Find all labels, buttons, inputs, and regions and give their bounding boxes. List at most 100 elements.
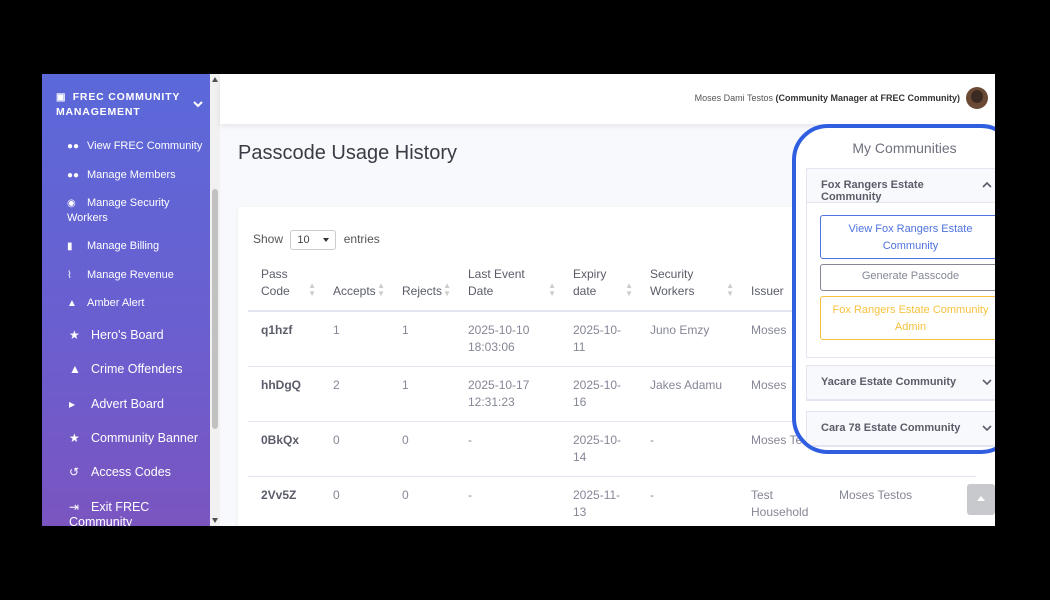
- cell-issuer: Test Household: [738, 476, 826, 526]
- sidebar-item-label: Manage Revenue: [87, 269, 174, 281]
- sidebar-scrollbar[interactable]: [210, 74, 220, 526]
- col-accepts[interactable]: Accepts ▲ ▼: [320, 260, 389, 312]
- sidebar-item-label: Crime Offenders: [91, 362, 183, 376]
- users-icon: ●●: [67, 170, 80, 181]
- cell-accepts: 0: [320, 421, 389, 477]
- col-label: Pass Code: [261, 267, 290, 298]
- community-accordion: Cara 78 Estate Community: [806, 411, 995, 447]
- sidebar-item-label: Hero's Board: [91, 328, 164, 342]
- app-window: ▣ FREC COMMUNITY MANAGEMENT ●● View FREC …: [42, 74, 995, 526]
- users-icon: ●●: [67, 141, 80, 152]
- users-icon: ▣: [56, 92, 67, 103]
- col-pass-code[interactable]: Pass Code ▲ ▼: [248, 260, 320, 312]
- sort-icon: ▲ ▼: [625, 281, 633, 298]
- cell-accepts: 0: [320, 476, 389, 526]
- community-name: Fox Rangers Estate Community: [821, 179, 924, 203]
- cell-pass-code: hhDgQ: [248, 366, 320, 422]
- col-label: Rejects: [402, 284, 443, 298]
- warning-icon: ▲: [69, 362, 81, 376]
- user-role: (Community Manager at FREC Community): [775, 93, 960, 103]
- community-name: Cara 78 Estate Community: [821, 422, 961, 434]
- view-community-button[interactable]: View Fox Rangers Estate Community: [820, 215, 995, 259]
- user-menu[interactable]: Moses Dami Testos (Community Manager at …: [695, 93, 960, 103]
- sidebar-item-heros-board[interactable]: ★ Hero's Board: [69, 328, 164, 343]
- my-communities-panel: My Communities Fox Rangers Estate Commun…: [792, 124, 995, 454]
- sidebar-item-label: View FREC Community: [87, 140, 203, 152]
- accordion-header[interactable]: Cara 78 Estate Community: [807, 412, 995, 446]
- entries-select[interactable]: 10: [290, 230, 337, 250]
- community-accordion-expanded: Fox Rangers Estate Community View Fox Ra…: [806, 168, 995, 358]
- topbar: Moses Dami Testos (Community Manager at …: [220, 74, 995, 124]
- col-security-workers[interactable]: Security Workers ▲ ▼: [637, 260, 738, 312]
- cell-workers: Jakes Adamu: [637, 366, 738, 422]
- accordion-header[interactable]: Fox Rangers Estate Community: [807, 169, 995, 203]
- scroll-to-top-button[interactable]: [967, 484, 995, 515]
- sidebar-item-label: Manage Billing: [87, 240, 160, 252]
- entries-label: entries: [343, 232, 380, 247]
- cell-last-event: -: [455, 421, 560, 477]
- show-label: Show: [253, 232, 284, 247]
- cell-accepts: 2: [320, 366, 389, 422]
- chevron-down-icon[interactable]: [192, 98, 204, 110]
- table-row: 2Vv5Z 0 0 - 2025-11-13 - Test Household …: [248, 476, 976, 526]
- community-accordion: Yacare Estate Community: [806, 365, 995, 401]
- sort-icon: ▲ ▼: [548, 281, 556, 298]
- sidebar-item-crime-offenders[interactable]: ▲ Crime Offenders: [69, 362, 182, 377]
- brand-label: FREC COMMUNITY MANAGEMENT: [56, 91, 180, 118]
- panel-title: My Communities: [852, 140, 957, 156]
- accordion-header[interactable]: Yacare Estate Community: [807, 366, 995, 400]
- sidebar-item-billing[interactable]: ▮ Manage Billing: [67, 239, 159, 254]
- sidebar-item-security-workers[interactable]: ◉ Manage Security Workers: [67, 196, 207, 226]
- sidebar-item-view-community[interactable]: ●● View FREC Community: [67, 139, 202, 154]
- col-label: Accepts: [333, 284, 376, 298]
- sidebar-item-community-banner[interactable]: ★ Community Banner: [69, 431, 198, 446]
- col-rejects[interactable]: Rejects ▲ ▼: [389, 260, 455, 312]
- scroll-up-arrow-icon[interactable]: [212, 77, 218, 82]
- cell-pass-code: q1hzf: [248, 311, 320, 367]
- col-label: Last Event Date: [468, 267, 525, 298]
- cell-accepts: 1: [320, 311, 389, 367]
- sidebar-item-revenue[interactable]: ⌇ Manage Revenue: [67, 268, 174, 283]
- sidebar-item-advert-board[interactable]: ▸ Advert Board: [69, 397, 164, 412]
- sidebar-item-label: Advert Board: [91, 397, 164, 411]
- trophy-icon: ★: [69, 328, 80, 342]
- chevron-down-icon: [982, 425, 992, 432]
- chart-line-icon: ⌇: [67, 270, 72, 281]
- cell-workers: -: [637, 421, 738, 477]
- community-admin-button[interactable]: Fox Rangers Estate Community Admin: [820, 296, 995, 340]
- sidebar-item-label: Manage Members: [87, 169, 176, 181]
- col-expiry-date[interactable]: Expiry date ▲ ▼: [560, 260, 637, 312]
- cell-rejects: 0: [389, 421, 455, 477]
- user-name: Moses Dami Testos: [694, 93, 773, 103]
- chevron-up-icon: [982, 181, 992, 188]
- cell-rejects: 0: [389, 476, 455, 526]
- avatar[interactable]: [966, 87, 988, 109]
- trophy-icon: ★: [69, 431, 80, 445]
- cell-rejects: 1: [389, 311, 455, 367]
- sidebar-item-exit[interactable]: ⇥ Exit FREC Community: [69, 500, 179, 526]
- sidebar-brand[interactable]: ▣ FREC COMMUNITY MANAGEMENT: [56, 90, 206, 120]
- shield-icon: ◉: [67, 198, 76, 209]
- scroll-down-arrow-icon[interactable]: [212, 518, 218, 523]
- cell-last-event: -: [455, 476, 560, 526]
- warning-icon: ▲: [67, 298, 77, 309]
- col-label: Expiry date: [573, 267, 607, 298]
- sidebar-item-label: Community Banner: [91, 431, 198, 445]
- sidebar-item-manage-members[interactable]: ●● Manage Members: [67, 168, 176, 183]
- cell-workers: -: [637, 476, 738, 526]
- cell-pass-code: 2Vv5Z: [248, 476, 320, 526]
- sort-icon: ▲ ▼: [726, 281, 734, 298]
- col-label: Security Workers: [650, 267, 695, 298]
- generate-passcode-button[interactable]: Generate Passcode: [820, 264, 995, 291]
- scrollbar-thumb[interactable]: [212, 189, 218, 429]
- sidebar-item-access-codes[interactable]: ↺ Access Codes: [69, 465, 171, 480]
- page-title: Passcode Usage History: [238, 142, 457, 164]
- show-entries: Show 10 entries: [253, 230, 380, 250]
- history-icon: ↺: [69, 465, 80, 479]
- sidebar-item-amber-alert[interactable]: ▲ Amber Alert: [67, 296, 144, 311]
- sort-icon: ▲ ▼: [377, 281, 385, 298]
- cell-last-event: 2025-10-10 18:03:06: [455, 311, 560, 367]
- cell-workers: Juno Emzy: [637, 311, 738, 367]
- cell-expiry: 2025-11-13: [560, 476, 637, 526]
- col-last-event-date[interactable]: Last Event Date ▲ ▼: [455, 260, 560, 312]
